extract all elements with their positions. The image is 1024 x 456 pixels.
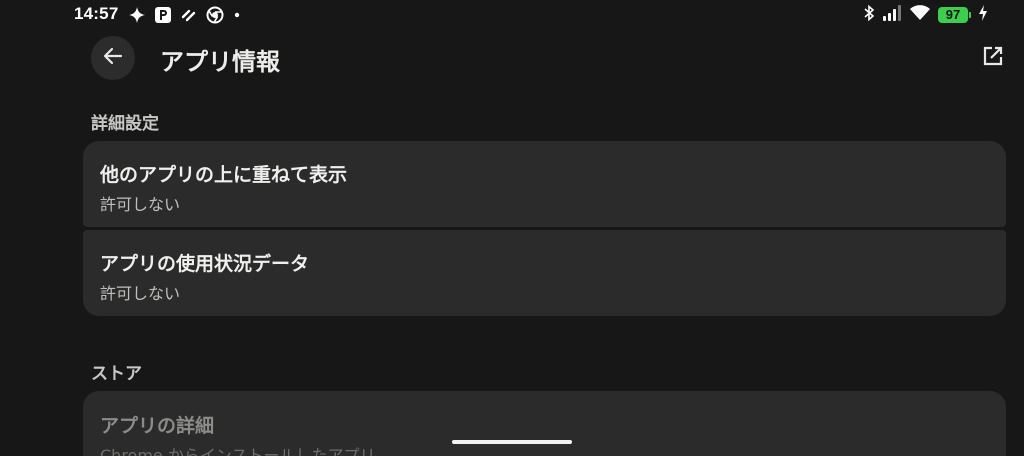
sparkle-icon <box>128 6 146 24</box>
usage-data-item[interactable]: アプリの使用状況データ 許可しない <box>83 230 1006 316</box>
dot-icon <box>232 6 242 24</box>
system-status-icons: 97 <box>863 4 988 26</box>
gesture-nav-handle[interactable] <box>452 440 572 444</box>
app-details-source: Chrome からインストールしたアプリ <box>100 446 376 456</box>
status-time: 14:57 <box>74 4 119 23</box>
open-external-icon <box>981 44 1005 72</box>
overlay-permission-item[interactable]: 他のアプリの上に重ねて表示 許可しない <box>83 141 1006 227</box>
status-bar: 14:57 97 <box>0 0 1024 30</box>
parking-app-icon <box>154 6 172 24</box>
battery-icon: 97 <box>938 7 971 23</box>
wifi-icon <box>909 4 931 26</box>
overlay-permission-title: 他のアプリの上に重ねて表示 <box>100 164 348 186</box>
usage-data-status: 許可しない <box>100 284 181 303</box>
battery-cap <box>969 12 971 18</box>
battery-level: 97 <box>938 7 968 23</box>
notification-icons <box>128 5 242 25</box>
app-details-item[interactable]: アプリの詳細 Chrome からインストールしたアプリ <box>83 391 1006 456</box>
app-details-title: アプリの詳細 <box>100 415 215 437</box>
back-button[interactable] <box>91 36 135 80</box>
signal-icon <box>882 4 902 26</box>
screen: 14:57 97 アプリ情報 詳細設定 他のアプリの上に重ねて表示 許可しない … <box>0 0 1024 456</box>
usage-data-title: アプリの使用状況データ <box>100 253 310 275</box>
page-title: アプリ情報 <box>160 48 280 76</box>
section-header-store: ストア <box>91 364 142 384</box>
overlay-permission-status: 許可しない <box>100 195 181 214</box>
chrome-icon <box>206 6 224 24</box>
section-header-advanced: 詳細設定 <box>91 114 159 134</box>
open-external-button[interactable] <box>979 44 1007 72</box>
bluetooth-icon <box>863 4 875 26</box>
arrow-left-icon <box>102 45 124 71</box>
charging-bolt-icon <box>978 4 988 26</box>
stripes-app-icon <box>180 6 198 24</box>
